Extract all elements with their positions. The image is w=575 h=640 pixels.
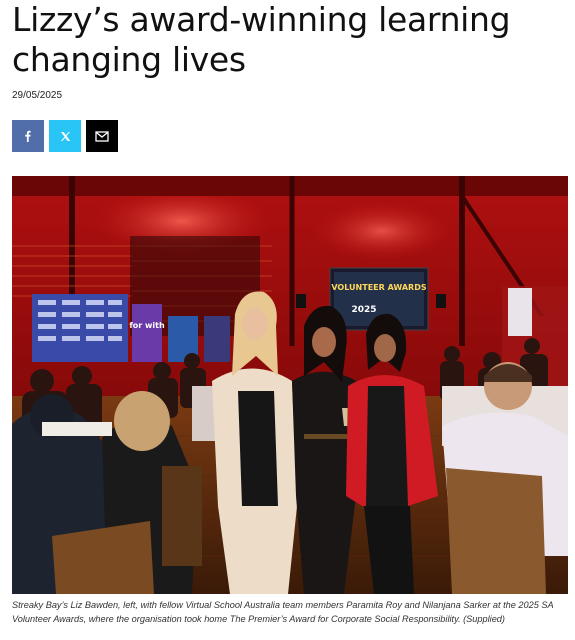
x-logo-icon xyxy=(60,131,70,141)
article-date: 29/05/2025 xyxy=(12,90,63,101)
facebook-icon xyxy=(25,130,31,142)
envelope-icon xyxy=(95,130,109,142)
email-share-button[interactable] xyxy=(86,120,118,152)
event-photo: VOLUNTEER AWARDS 2025 for with xyxy=(12,176,568,594)
article-title: Lizzy’s award-winning learning changing … xyxy=(12,0,511,79)
banner-text: for with xyxy=(129,321,165,330)
x-share-button[interactable] xyxy=(49,120,81,152)
facebook-share-button[interactable] xyxy=(12,120,44,152)
screen-title: VOLUNTEER AWARDS xyxy=(331,283,426,292)
screen-year: 2025 xyxy=(351,305,376,315)
photo-caption: Streaky Bay’s Liz Bawden, left, with fel… xyxy=(12,600,554,624)
